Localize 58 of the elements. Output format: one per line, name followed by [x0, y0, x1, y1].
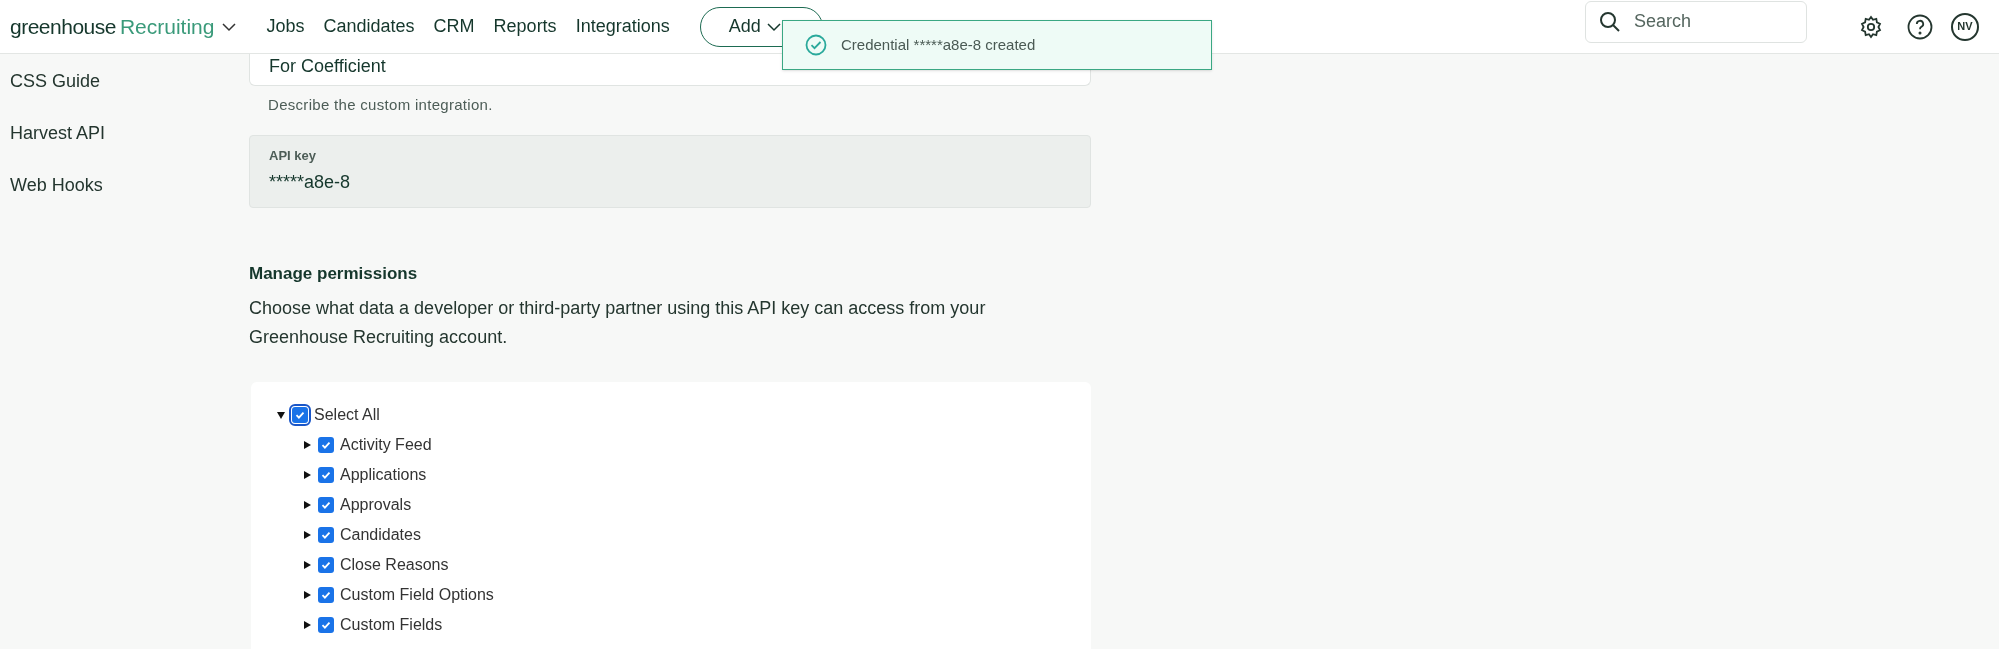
- checkbox[interactable]: [292, 407, 308, 423]
- nav-link[interactable]: Candidates: [323, 13, 415, 40]
- chevron-down-icon: [766, 21, 781, 32]
- sidebar-link[interactable]: Harvest API: [10, 120, 249, 147]
- checkmark-icon: [320, 499, 332, 511]
- checkbox[interactable]: [318, 557, 334, 573]
- settings-icon[interactable]: [1859, 14, 1883, 39]
- field-hint: Describe the custom integration.: [267, 95, 494, 115]
- nav-link[interactable]: Integrations: [575, 13, 670, 40]
- checkbox[interactable]: [318, 437, 334, 453]
- permission-label: Close Reasons: [340, 555, 449, 575]
- check-circle-icon: [805, 34, 827, 56]
- checkmark-icon: [294, 409, 306, 421]
- sidebar-link[interactable]: CSS Guide: [10, 68, 249, 95]
- search-field[interactable]: Search: [1585, 0, 1807, 43]
- nav-link[interactable]: Reports: [493, 13, 557, 40]
- search-icon: [1599, 10, 1621, 33]
- field-value: For Coefficient: [269, 55, 386, 78]
- checkmark-icon: [320, 589, 332, 601]
- expand-triangle-icon[interactable]: [302, 440, 312, 450]
- logo-brand: greenhouse: [10, 13, 116, 40]
- checkmark-icon: [320, 529, 332, 541]
- checkmark-icon: [320, 619, 332, 631]
- toast-message: Credential *****a8e-8 created: [841, 34, 1036, 55]
- nav-link[interactable]: CRM: [433, 13, 475, 40]
- expand-triangle-icon[interactable]: [302, 500, 312, 510]
- permission-label: Approvals: [340, 495, 412, 515]
- section-title: Manage permissions: [249, 262, 419, 285]
- logo[interactable]: greenhouse Recruiting: [10, 10, 237, 43]
- permission-label: Custom Field Options: [340, 585, 494, 605]
- permission-label: Select All: [314, 405, 380, 425]
- help-icon[interactable]: [1907, 13, 1933, 40]
- chevron-down-icon[interactable]: [222, 21, 237, 32]
- logo-product: Recruiting: [119, 13, 215, 40]
- checkbox[interactable]: [318, 497, 334, 513]
- sidebar-link[interactable]: Web Hooks: [10, 172, 249, 199]
- user-avatar[interactable]: NV: [1951, 12, 1979, 41]
- expand-triangle-icon[interactable]: [302, 560, 312, 570]
- permission-label: Applications: [340, 465, 427, 485]
- checkbox[interactable]: [318, 527, 334, 543]
- checkbox[interactable]: [318, 587, 334, 603]
- permission-label: Custom Fields: [340, 615, 443, 635]
- section-description: Choose what data a developer or third-party partner using this API key can access from your Greenhouse Recruiting account.: [249, 297, 987, 349]
- checkmark-icon: [320, 439, 332, 451]
- permission-label: Candidates: [340, 525, 421, 545]
- expand-triangle-icon[interactable]: [302, 590, 312, 600]
- checkmark-icon: [320, 469, 332, 481]
- collapse-triangle-icon[interactable]: [276, 410, 286, 420]
- nav-link[interactable]: Jobs: [266, 13, 305, 40]
- field-value: *****a8e-8: [269, 171, 352, 195]
- checkmark-icon: [320, 559, 332, 571]
- checkbox[interactable]: [318, 617, 334, 633]
- permission-label: Activity Feed: [340, 435, 432, 455]
- expand-triangle-icon[interactable]: [302, 620, 312, 630]
- expand-triangle-icon[interactable]: [302, 470, 312, 480]
- checkbox[interactable]: [318, 467, 334, 483]
- expand-triangle-icon[interactable]: [302, 530, 312, 540]
- field-label: API key: [269, 146, 317, 165]
